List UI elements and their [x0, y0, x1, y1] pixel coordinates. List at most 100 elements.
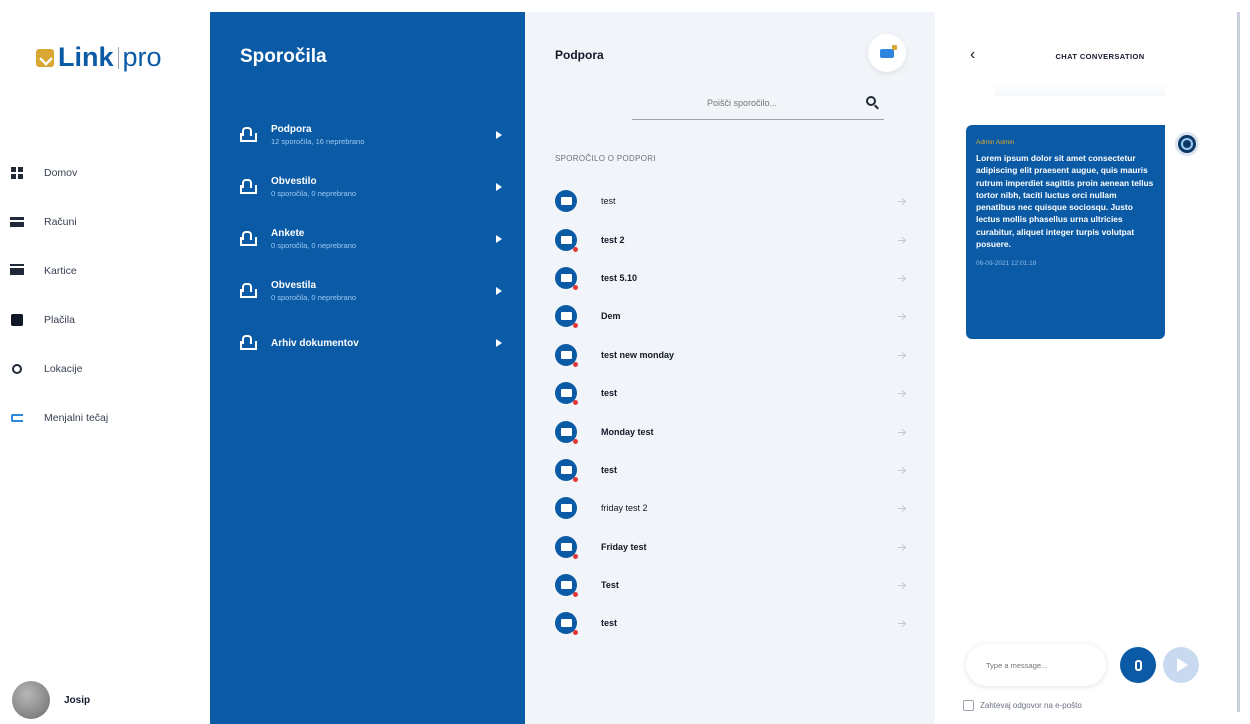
- category-item-obvestilo[interactable]: Obvestilo 0 sporočila, 0 neprebrano: [240, 161, 502, 213]
- list-item[interactable]: Test: [555, 566, 905, 604]
- category-count: 0 sporočila, 0 neprebrano: [271, 293, 357, 302]
- list-item[interactable]: test 5.10: [555, 259, 905, 297]
- wallet-icon: [10, 313, 24, 327]
- envelope-icon: [555, 228, 578, 252]
- envelope-icon: [555, 190, 577, 213]
- list-item[interactable]: test: [555, 604, 905, 642]
- logo-check-icon: [36, 48, 54, 67]
- user-name: Josip: [64, 694, 91, 706]
- inbox-icon: [240, 335, 257, 351]
- nav-item-label: Računi: [44, 215, 77, 228]
- message-subject: Test: [601, 580, 619, 591]
- message-subject: Friday test: [601, 541, 647, 552]
- envelope-icon: [555, 574, 578, 598]
- list-item[interactable]: Friday test: [555, 528, 905, 566]
- logo[interactable]: Link pro: [36, 42, 162, 73]
- category-text: Ankete 0 sporočila, 0 neprebrano: [271, 228, 356, 250]
- unread-dot: [573, 246, 578, 252]
- arrow-right-icon: [898, 546, 905, 548]
- email-reply-checkbox[interactable]: [963, 700, 974, 711]
- nav-item-label: Plačila: [44, 313, 75, 326]
- sender-avatar-icon: [1175, 132, 1199, 156]
- arrow-right-icon: [898, 277, 905, 279]
- arrow-right-icon: [496, 235, 502, 243]
- inbox-icon: [240, 283, 257, 299]
- list-item[interactable]: test: [555, 374, 905, 412]
- arrow-right-icon: [898, 508, 905, 510]
- send-button[interactable]: [1163, 647, 1199, 683]
- user-profile[interactable]: Josip: [12, 681, 90, 719]
- search-bar: [632, 86, 884, 120]
- category-item-podpora[interactable]: Podpora 12 sporočila, 16 neprebrano: [240, 109, 502, 161]
- search-input[interactable]: [632, 97, 852, 108]
- section-label: SPOROČILO O PODPORI: [555, 154, 656, 163]
- category-item-arhiv-dokumentov[interactable]: Arhiv dokumentov: [240, 317, 502, 369]
- nav-item-kartice[interactable]: Kartice: [10, 246, 108, 295]
- message-subject: test: [601, 464, 618, 475]
- list-icon: [10, 215, 24, 229]
- arrow-right-icon: [898, 585, 905, 587]
- message-subject: test 2: [601, 234, 625, 245]
- nav-item-placila[interactable]: Plačila: [10, 295, 108, 344]
- chat-header-fade: [995, 82, 1165, 96]
- message-timestamp: 06-09-2021 12:01:18: [976, 260, 1037, 268]
- unread-dot: [573, 438, 578, 444]
- list-item[interactable]: Dem: [555, 297, 905, 335]
- arrow-right-icon: [898, 316, 905, 318]
- exchange-icon: [10, 411, 24, 425]
- category-name: Arhiv dokumentov: [271, 337, 359, 349]
- nav-item-menjalni-tecaj[interactable]: Menjalni tečaj: [10, 393, 108, 442]
- nav-list: Domov Računi Kartice Plačila Lokacije Me…: [10, 148, 108, 442]
- list-item[interactable]: friday test 2: [555, 489, 905, 527]
- nav-item-domov[interactable]: Domov: [10, 148, 108, 197]
- logo-pro-text: pro: [122, 42, 162, 72]
- envelope-icon: [555, 420, 578, 444]
- logo-separator: [117, 46, 119, 69]
- chat-message-bubble: Admin Admin Lorem ipsum dolor sit amet c…: [966, 125, 1165, 339]
- arrow-right-icon: [898, 431, 905, 433]
- category-name: Obvestila: [271, 280, 317, 291]
- list-item[interactable]: test 2: [555, 220, 905, 258]
- arrow-right-icon: [496, 287, 502, 295]
- category-list: Podpora 12 sporočila, 16 neprebrano Obve…: [240, 109, 502, 369]
- category-text: Obvestila 0 sporočila, 0 neprebrano: [271, 280, 356, 302]
- category-item-ankete[interactable]: Ankete 0 sporočila, 0 neprebrano: [240, 213, 502, 265]
- search-icon[interactable]: [866, 96, 876, 106]
- category-item-obvestila[interactable]: Obvestila 0 sporočila, 0 neprebrano: [240, 265, 502, 317]
- message-input[interactable]: [986, 660, 1096, 670]
- unread-dot: [573, 630, 578, 636]
- category-text: Arhiv dokumentov: [271, 338, 359, 349]
- message-subject: test: [601, 196, 616, 207]
- location-icon: [10, 362, 24, 376]
- unread-dot: [573, 400, 578, 406]
- arrow-right-icon: [898, 201, 905, 203]
- arrow-right-icon: [496, 183, 502, 191]
- new-message-button[interactable]: [868, 34, 906, 72]
- attach-button[interactable]: [1120, 647, 1156, 683]
- list-item[interactable]: test: [555, 451, 905, 489]
- inbox-icon: [240, 127, 257, 143]
- arrow-right-icon: [898, 393, 905, 395]
- category-count: 12 sporočila, 16 neprebrano: [271, 137, 365, 146]
- message-subject: Dem: [601, 311, 621, 322]
- app-root: Link pro Domov Računi Kartice Plačila Lo…: [0, 0, 1250, 724]
- category-count: 0 sporočila, 0 neprebrano: [271, 189, 357, 198]
- inbox-icon: [240, 179, 257, 195]
- nav-item-label: Menjalni tečaj: [44, 411, 109, 424]
- nav-item-label: Kartice: [44, 264, 77, 277]
- scrollbar[interactable]: [1237, 12, 1240, 712]
- back-chevron-icon[interactable]: ‹: [970, 46, 975, 64]
- list-title: Podpora: [555, 48, 604, 62]
- nav-item-lokacije[interactable]: Lokacije: [10, 344, 108, 393]
- message-composer: [966, 644, 1106, 686]
- message-subject: test new monday: [601, 349, 675, 360]
- avatar: [12, 681, 50, 719]
- category-text: Obvestilo 0 sporočila, 0 neprebrano: [271, 176, 356, 198]
- nav-item-racuni[interactable]: Računi: [10, 197, 108, 246]
- list-item[interactable]: test new monday: [555, 336, 905, 374]
- list-item[interactable]: Monday test: [555, 412, 905, 450]
- list-item[interactable]: test: [555, 182, 905, 220]
- envelope-icon: [555, 612, 578, 636]
- chat-panel: ‹ CHAT CONVERSATION Admin Admin Lorem ip…: [935, 12, 1225, 724]
- envelope-icon: [555, 343, 578, 367]
